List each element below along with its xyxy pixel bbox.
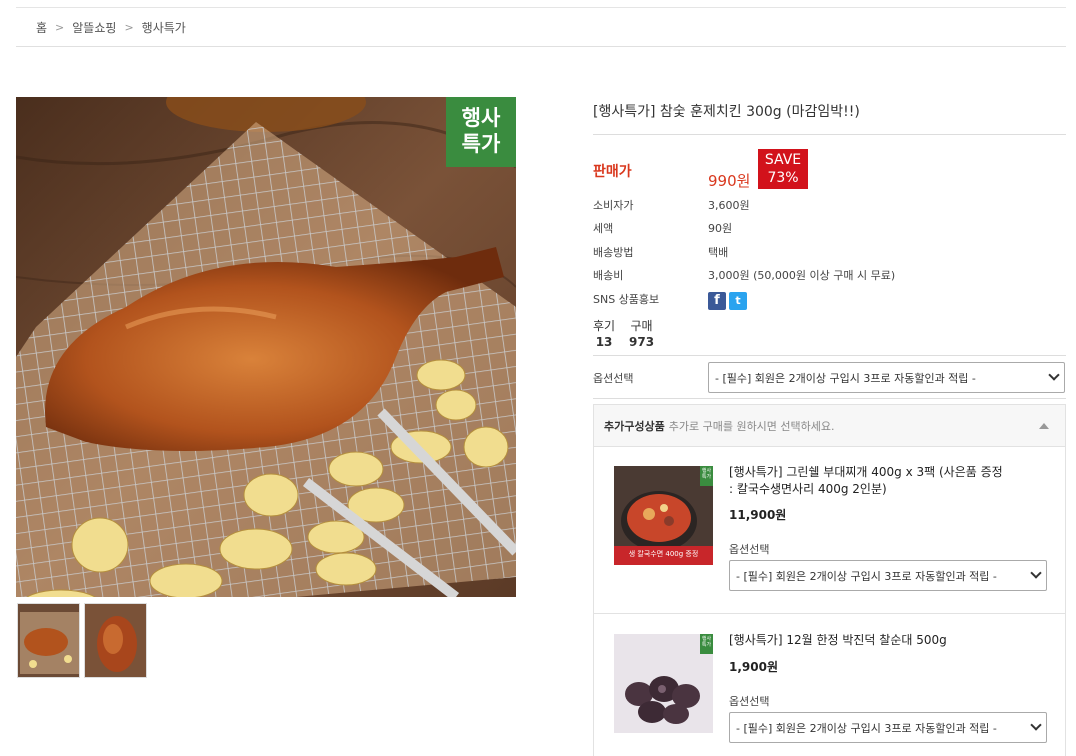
addon-item-image[interactable]: 행사 특가 생 칼국수면 400g 증정 (614, 466, 713, 565)
twitter-icon[interactable]: t (729, 292, 747, 310)
shipping-fee-value: 3,000원 (50,000원 이상 구매 시 무료) (708, 269, 896, 282)
thumbnail-1[interactable] (17, 603, 80, 678)
addon-item-option-label: 옵션선택 (729, 543, 770, 556)
shipping-method-value: 택배 (708, 246, 729, 259)
addon-item-image-banner: 생 칼국수면 400g 증정 (628, 550, 699, 558)
addon-item-option-select[interactable]: - [필수] 회원은 2개이상 구입시 3프로 자동할인과 적립 - (729, 712, 1047, 743)
breadcrumb: 홈 > 알뜰쇼핑 > 행사특가 (16, 8, 1066, 47)
review-stat[interactable]: 후기 13 (593, 317, 615, 349)
event-badge: 행사 특가 (446, 97, 516, 167)
consumer-price-value: 3,600원 (708, 199, 750, 212)
sns-label: SNS 상품홍보 (593, 293, 660, 306)
option-select[interactable]: - [필수] 회원은 2개이상 구입시 3프로 자동할인과 적립 - (708, 362, 1065, 393)
addon-item-price: 1,900원 (729, 660, 778, 674)
addon-item-option-label: 옵션선택 (729, 695, 770, 708)
product-main-image: 행사 특가 (16, 97, 516, 597)
title-divider (593, 134, 1066, 135)
tax-value: 90원 (708, 222, 733, 235)
chevron-down-icon (1030, 719, 1042, 731)
addon-item-title[interactable]: [행사특가] 12월 한정 박진덕 찰순대 500g (729, 632, 1029, 649)
price-value: 990원 (708, 172, 751, 190)
price-label: 판매가 (593, 164, 632, 180)
event-badge-mini: 행사 특가 (700, 466, 713, 486)
shipping-fee-label: 배송비 (593, 269, 624, 282)
caret-up-icon[interactable] (1039, 423, 1049, 429)
consumer-price-label: 소비자가 (593, 199, 634, 212)
breadcrumb-shop[interactable]: 알뜰쇼핑 (72, 19, 116, 36)
addon-divider (593, 398, 1066, 399)
event-badge-mini: 행사 특가 (700, 634, 713, 654)
breadcrumb-current[interactable]: 행사특가 (142, 19, 186, 36)
save-badge: SAVE 73% (758, 149, 808, 189)
chevron-right-icon: > (124, 20, 134, 34)
shipping-method-label: 배송방법 (593, 246, 634, 259)
breadcrumb-home[interactable]: 홈 (36, 19, 47, 36)
thumbnail-2[interactable] (84, 603, 147, 678)
tax-label: 세액 (593, 222, 614, 235)
addon-item-image[interactable]: 행사 특가 (614, 634, 713, 733)
addon-item-title[interactable]: [행사특가] 그린쉘 부대찌개 400g x 3팩 (사은품 증정 : 칼국수생… (729, 464, 1029, 498)
chevron-down-icon (1048, 369, 1060, 381)
option-label: 옵션선택 (593, 372, 634, 385)
product-title: [행사특가] 참숯 훈제치킨 300g (마감임박!!) (593, 104, 860, 120)
purchase-stat: 구매 973 (629, 319, 655, 349)
addon-section: 추가구성상품 추가로 구매를 원하시면 선택하세요. 행사 특가 생 칼국수면 4… (593, 404, 1066, 756)
addon-item: 행사 특가 생 칼국수면 400g 증정 [행사특가] 그린쉘 부대찌개 400g… (594, 447, 1065, 614)
chevron-down-icon (1030, 567, 1042, 579)
chevron-right-icon: > (55, 20, 65, 34)
addon-item: 행사 특가 [행사특가] 12월 한정 박진덕 찰순대 500g 1,900원 옵… (594, 615, 1065, 756)
option-divider (593, 355, 1066, 356)
facebook-icon[interactable]: f (708, 292, 726, 310)
addon-header[interactable]: 추가구성상품 추가로 구매를 원하시면 선택하세요. (594, 405, 1065, 447)
addon-item-option-select[interactable]: - [필수] 회원은 2개이상 구입시 3프로 자동할인과 적립 - (729, 560, 1047, 591)
addon-item-price: 11,900원 (729, 508, 787, 522)
